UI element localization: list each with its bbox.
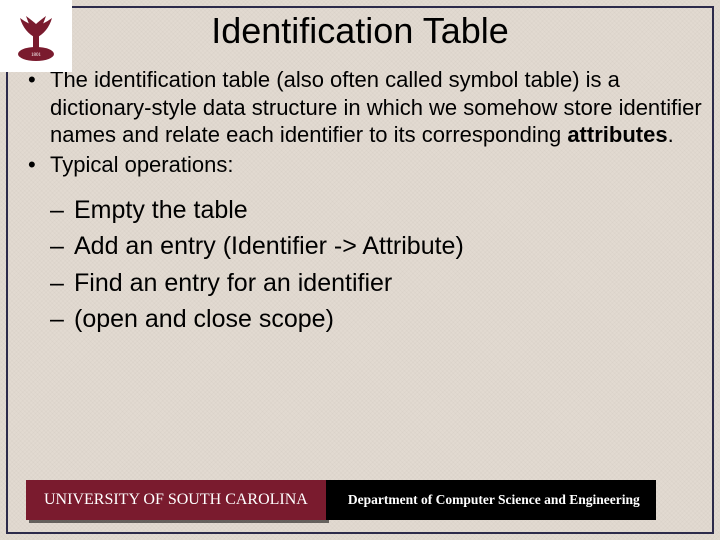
sub-item-text: (open and close scope) (74, 301, 702, 337)
dash-marker: – (50, 265, 74, 301)
bullet-marker: • (22, 151, 50, 179)
sub-item: – Find an entry for an identifier (50, 265, 702, 301)
sub-item: – (open and close scope) (50, 301, 702, 337)
bullet-item: • Typical operations: (22, 151, 702, 179)
bullet-item: • The identification table (also often c… (22, 66, 702, 149)
slide-title: Identification Table (0, 10, 720, 52)
slide-content: • The identification table (also often c… (22, 66, 702, 337)
dash-marker: – (50, 228, 74, 264)
sub-item-text: Empty the table (74, 192, 702, 228)
university-logo: 1801 (0, 0, 72, 72)
sub-item: – Add an entry (Identifier -> Attribute) (50, 228, 702, 264)
sub-list: – Empty the table – Add an entry (Identi… (50, 192, 702, 337)
footer: UNIVERSITY OF SOUTH CAROLINA Department … (26, 480, 656, 520)
bullet-text-post: . (668, 122, 674, 147)
dash-marker: – (50, 301, 74, 337)
bullet-text-bold: attributes (567, 122, 667, 147)
bullet-text: The identification table (also often cal… (50, 66, 702, 149)
bullet-text-pre: Typical operations: (50, 152, 233, 177)
sub-item-text: Find an entry for an identifier (74, 265, 702, 301)
dash-marker: – (50, 192, 74, 228)
bullet-marker: • (22, 66, 50, 149)
palmetto-icon: 1801 (6, 6, 66, 66)
svg-text:1801: 1801 (31, 53, 42, 58)
sub-item: – Empty the table (50, 192, 702, 228)
footer-university: UNIVERSITY OF SOUTH CAROLINA (26, 480, 326, 520)
bullet-text: Typical operations: (50, 151, 702, 179)
footer-department: Department of Computer Science and Engin… (326, 480, 656, 520)
sub-item-text: Add an entry (Identifier -> Attribute) (74, 228, 702, 264)
